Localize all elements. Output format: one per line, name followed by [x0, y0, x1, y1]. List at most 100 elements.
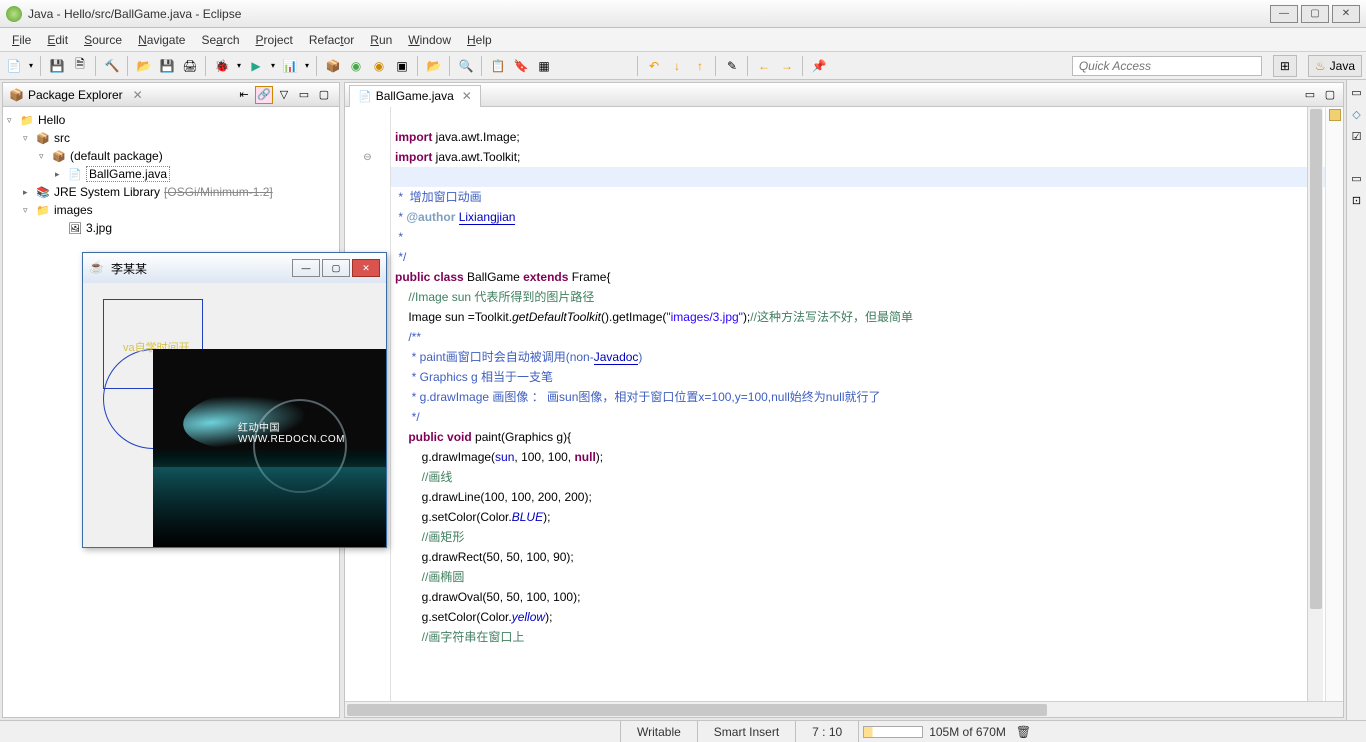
link-icon[interactable]: 🔗 — [255, 86, 273, 104]
newpkg-icon[interactable]: 📦 — [323, 56, 343, 76]
newif-icon[interactable]: ◉ — [369, 56, 389, 76]
minimize-button[interactable]: — — [1270, 5, 1298, 23]
next-ann-icon[interactable]: ↓ — [667, 56, 687, 76]
collapse-icon[interactable]: ⇤ — [235, 86, 253, 104]
mark-icon[interactable]: ✎ — [722, 56, 742, 76]
menubar: File Edit Source Navigate Search Project… — [0, 28, 1366, 52]
tree-images[interactable]: images — [54, 203, 93, 217]
open-icon[interactable]: 📂 — [424, 56, 444, 76]
tree-project[interactable]: Hello — [38, 113, 65, 127]
bookmark-icon[interactable]: 🔖 — [511, 56, 531, 76]
task-icon[interactable]: 📋 — [488, 56, 508, 76]
tasklist-icon[interactable]: ☑ — [1349, 128, 1365, 144]
editor-min-icon[interactable]: ▭ — [1301, 86, 1319, 104]
tree-img[interactable]: 3.jpg — [86, 221, 112, 235]
package-icon: 📦 — [51, 149, 67, 163]
maximize-view-icon[interactable]: ▢ — [315, 86, 333, 104]
outline-icon[interactable]: ◇ — [1349, 106, 1365, 122]
menu-source[interactable]: Source — [76, 30, 130, 50]
horizontal-scrollbar[interactable] — [345, 701, 1343, 717]
view-close-icon[interactable]: ✕ — [133, 88, 143, 102]
debug-icon[interactable]: 🐞 — [212, 56, 232, 76]
coverage-icon[interactable]: 📊 — [280, 56, 300, 76]
popup-title: 李某某 — [111, 260, 290, 277]
eclipse-icon — [6, 6, 22, 22]
status-position: 7 : 10 — [795, 721, 858, 742]
library-icon: 📚 — [35, 185, 51, 199]
srcfolder-icon: 📦 — [35, 131, 51, 145]
toolbar: 📄▾ 💾 🗎 🔨 📂 💾 🖨 🐞▾ ▶▾ 📊▾ 📦 ◉ ◉ ▣ 📂 🔍 📋 🔖 … — [0, 52, 1366, 80]
code-editor[interactable]: ⊖ ⊖ ⊖ import java.awt.Image; import java… — [345, 107, 1343, 701]
open-perspective-button[interactable]: ⊞ — [1273, 55, 1297, 77]
package-tree[interactable]: ▿📁Hello ▿📦src ▿📦(default package) ▸📄Ball… — [3, 107, 339, 241]
editor-tab-label: BallGame.java — [376, 89, 454, 103]
search2-icon[interactable]: 🔍 — [456, 56, 476, 76]
perspective-java[interactable]: ♨Java — [1308, 55, 1362, 77]
view-title: Package Explorer — [28, 88, 123, 102]
menu-navigate[interactable]: Navigate — [130, 30, 193, 50]
overview-ruler[interactable] — [1325, 107, 1343, 701]
folder-icon: 📁 — [35, 203, 51, 217]
toggle-icon[interactable]: ▦ — [534, 56, 554, 76]
menu-file[interactable]: File — [4, 30, 39, 50]
editor-max-icon[interactable]: ▢ — [1321, 86, 1339, 104]
menu-refactor[interactable]: Refactor — [301, 30, 362, 50]
javafile-icon: 📄 — [67, 167, 83, 181]
pin-icon[interactable]: 📌 — [809, 56, 829, 76]
gc-icon[interactable]: 🗑 — [1016, 725, 1031, 739]
popup-max-button[interactable]: ▢ — [322, 259, 350, 277]
newclass-icon[interactable]: ◉ — [346, 56, 366, 76]
dd2-icon[interactable]: ▾ — [269, 56, 277, 76]
open-type-icon[interactable]: 📂 — [134, 56, 154, 76]
statusbar: Writable Smart Insert 7 : 10 105M of 670… — [0, 720, 1366, 742]
menu-search[interactable]: Search — [193, 30, 247, 50]
popup-close-button[interactable]: ✕ — [352, 259, 380, 277]
tab-close-icon[interactable]: ✕ — [462, 89, 472, 103]
tree-pkg[interactable]: (default package) — [70, 149, 163, 163]
image-reflection — [153, 467, 386, 547]
tree-file[interactable]: BallGame.java — [86, 166, 170, 182]
print-icon[interactable]: 🖨 — [180, 56, 200, 76]
status-insert: Smart Insert — [697, 721, 795, 742]
build-icon[interactable]: 🔨 — [102, 56, 122, 76]
popup-min-button[interactable]: — — [292, 259, 320, 277]
saveall-icon[interactable]: 🗎 — [70, 56, 90, 76]
save2-icon[interactable]: 💾 — [157, 56, 177, 76]
run-icon[interactable]: ▶ — [246, 56, 266, 76]
view-menu-icon[interactable]: ▽ — [275, 86, 293, 104]
tree-src[interactable]: src — [54, 131, 70, 145]
menu-project[interactable]: Project — [248, 30, 301, 50]
window-titlebar: Java - Hello/src/BallGame.java - Eclipse… — [0, 0, 1366, 28]
new-icon[interactable]: 📄 — [4, 56, 24, 76]
menu-run[interactable]: Run — [362, 30, 400, 50]
newenum-icon[interactable]: ▣ — [392, 56, 412, 76]
menu-help[interactable]: Help — [459, 30, 500, 50]
menu-window[interactable]: Window — [400, 30, 459, 50]
dropdown-icon[interactable]: ▾ — [27, 56, 35, 76]
fwd-icon[interactable]: → — [777, 56, 797, 76]
window-title: Java - Hello/src/BallGame.java - Eclipse — [28, 7, 1267, 21]
menu-edit[interactable]: Edit — [39, 30, 76, 50]
java-app-window[interactable]: ☕ 李某某 — ▢ ✕ va自学时间开 红动中国WWW.REDOCN.COM — [82, 252, 387, 548]
dd-icon[interactable]: ▾ — [235, 56, 243, 76]
prev-edit-icon[interactable]: ↶ — [644, 56, 664, 76]
restore2-icon[interactable]: ▭ — [1349, 170, 1365, 186]
back-icon[interactable]: ← — [754, 56, 774, 76]
status-writable: Writable — [620, 721, 697, 742]
editor-area: 📄BallGame.java✕ ▭ ▢ ⊖ ⊖ ⊖ import java.aw… — [344, 82, 1344, 718]
outline2-icon[interactable]: ⊡ — [1349, 192, 1365, 208]
tree-jre[interactable]: JRE System Library — [54, 185, 160, 199]
popup-titlebar[interactable]: ☕ 李某某 — ▢ ✕ — [83, 253, 386, 283]
dd3-icon[interactable]: ▾ — [303, 56, 311, 76]
project-icon: 📁 — [19, 113, 35, 127]
save-icon[interactable]: 💾 — [47, 56, 67, 76]
maximize-button[interactable]: ▢ — [1301, 5, 1329, 23]
restore-icon[interactable]: ▭ — [1349, 84, 1365, 100]
tree-jre-profile: [OSGi/Minimum-1.2] — [164, 185, 273, 199]
vertical-scrollbar[interactable] — [1307, 107, 1323, 701]
prev-ann-icon[interactable]: ↑ — [690, 56, 710, 76]
quick-access-input[interactable] — [1072, 56, 1262, 76]
editor-tab[interactable]: 📄BallGame.java✕ — [349, 85, 481, 107]
close-button[interactable]: ✕ — [1332, 5, 1360, 23]
minimize-view-icon[interactable]: ▭ — [295, 86, 313, 104]
